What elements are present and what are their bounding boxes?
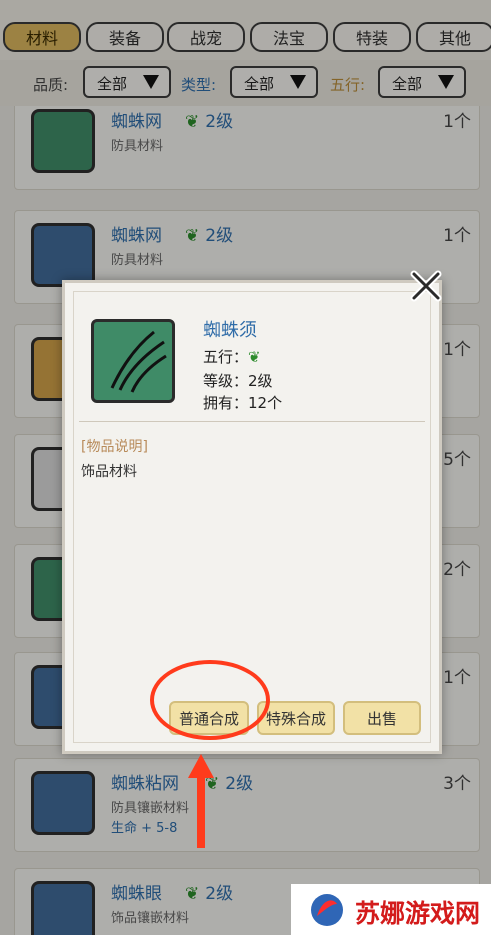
dialog-own: 拥有：12个 <box>203 394 283 412</box>
divider <box>79 421 425 422</box>
dialog-element-label: 五行： <box>203 348 249 366</box>
spider-whisker-icon <box>91 319 175 403</box>
section-title: [物品说明] <box>81 439 148 455</box>
watermark-logo-icon <box>311 894 343 926</box>
dialog-element: 五行：❦ <box>203 346 261 367</box>
dialog-level: 等级：2级 <box>203 372 273 390</box>
leaf-icon: ❦ <box>248 348 261 366</box>
up-arrow-icon <box>188 754 214 848</box>
site-watermark: 苏娜游戏网 <box>291 884 491 935</box>
watermark-text: 苏娜游戏网 <box>355 899 481 928</box>
highlight-circle <box>150 660 270 740</box>
whisker-icon <box>110 330 167 393</box>
dialog-item-name: 蜘蛛须 <box>203 320 257 341</box>
close-icon[interactable] <box>408 268 444 304</box>
sell-button[interactable]: 出售 <box>343 701 421 735</box>
item-description: 饰品材料 <box>81 464 137 480</box>
